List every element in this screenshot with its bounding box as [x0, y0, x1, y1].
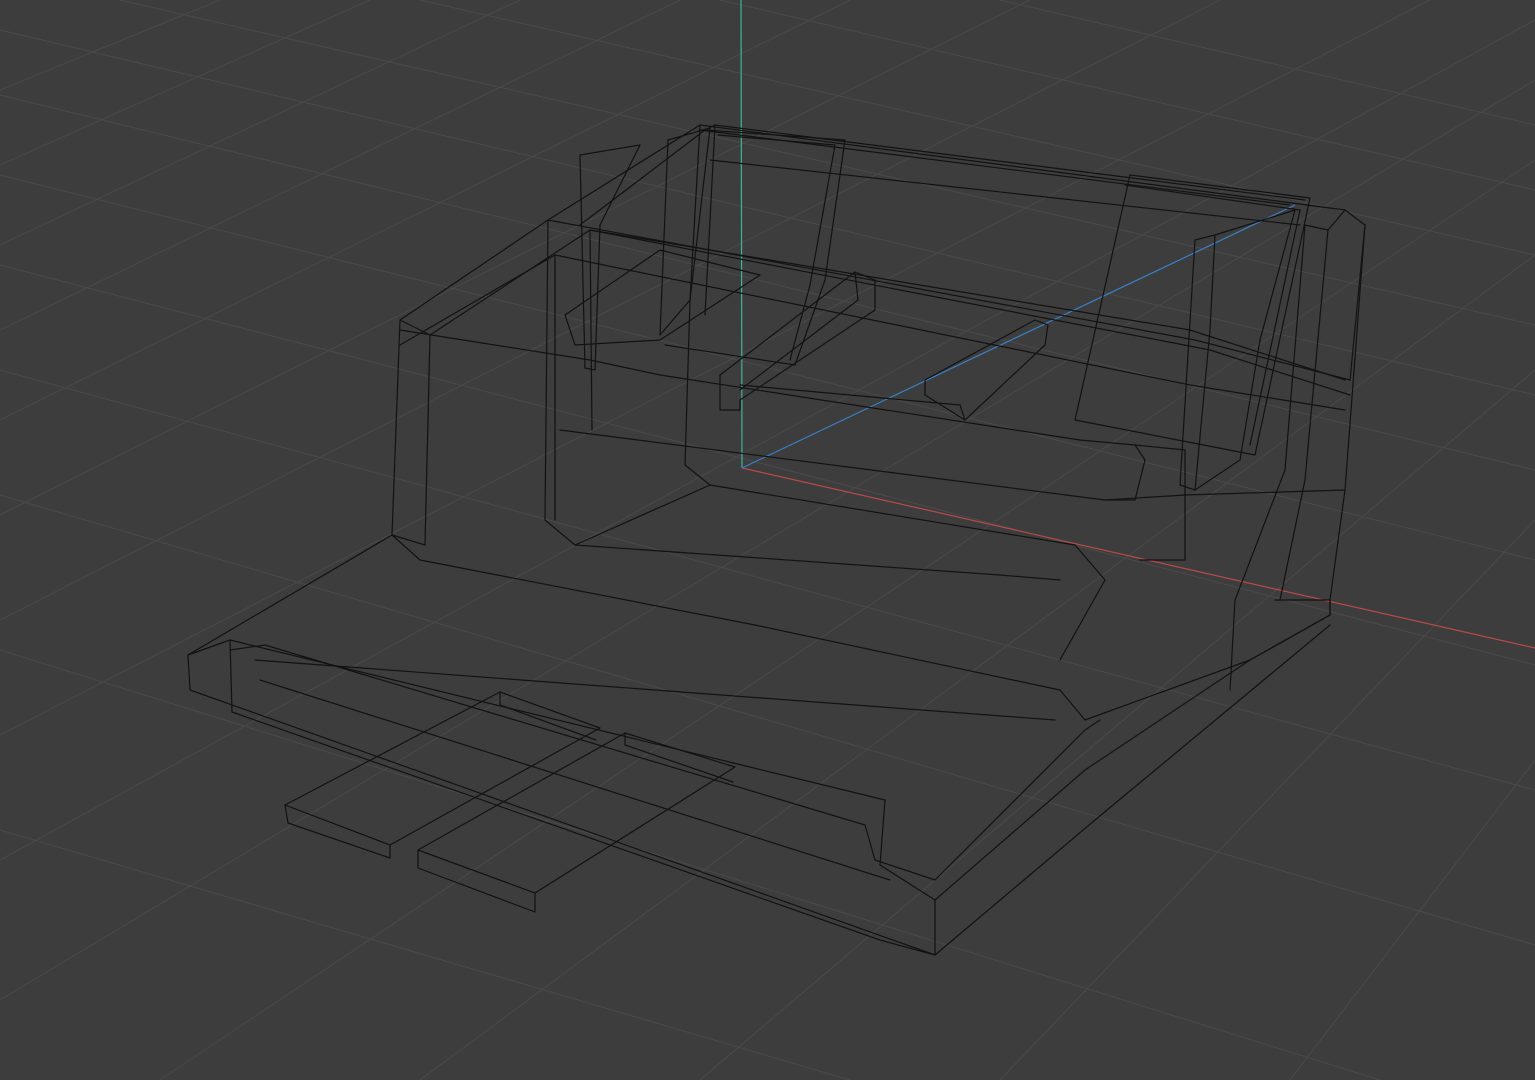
- 3d-viewport[interactable]: [0, 0, 1535, 1080]
